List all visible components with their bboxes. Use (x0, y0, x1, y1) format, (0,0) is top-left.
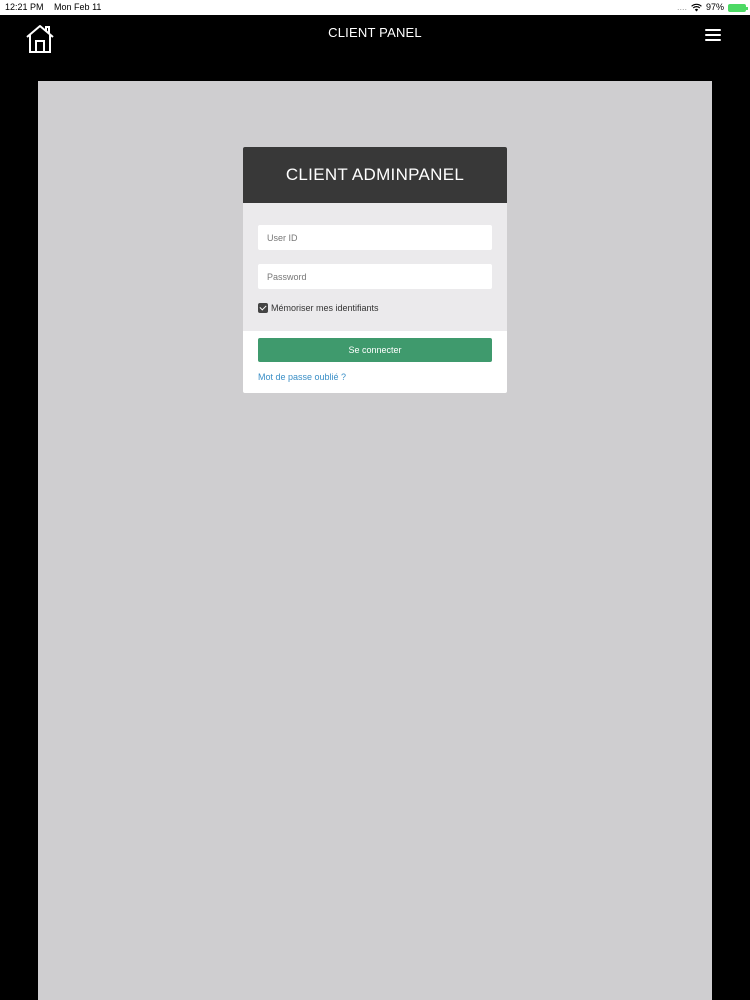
password-input[interactable] (258, 264, 492, 289)
status-right: .... 97% (676, 0, 748, 15)
remember-label: Mémoriser mes identifiants (271, 303, 379, 313)
content-panel: CLIENT ADMINPANEL Mémoriser mes identifi… (38, 81, 712, 1000)
forgot-password-link[interactable]: Mot de passe oublié ? (258, 372, 346, 382)
wifi-icon (691, 3, 702, 12)
battery-icon (728, 3, 748, 12)
status-left: 12:21 PM Mon Feb 11 (5, 0, 109, 15)
remember-me[interactable]: Mémoriser mes identifiants (258, 303, 379, 313)
login-card: CLIENT ADMINPANEL Mémoriser mes identifi… (243, 147, 507, 393)
status-time: 12:21 PM (5, 2, 44, 12)
status-bar: 12:21 PM Mon Feb 11 .... 97% (0, 0, 750, 15)
login-form: Mémoriser mes identifiants (243, 203, 507, 331)
menu-line (705, 34, 721, 36)
nav-bar: CLIENT PANEL (0, 15, 750, 81)
signal-dots: .... (676, 2, 687, 12)
login-title: CLIENT ADMINPANEL (243, 147, 507, 203)
login-footer: Se connecter Mot de passe oublié ? (243, 331, 507, 393)
remember-checkbox[interactable] (258, 303, 268, 313)
battery-percent: 97% (705, 2, 724, 12)
status-date: Mon Feb 11 (54, 2, 102, 12)
menu-line (705, 39, 721, 41)
menu-button[interactable] (705, 29, 721, 41)
login-button[interactable]: Se connecter (258, 338, 492, 362)
hamburger-menu-icon (705, 29, 721, 31)
user-id-input[interactable] (258, 225, 492, 250)
nav-title: CLIENT PANEL (328, 25, 422, 40)
